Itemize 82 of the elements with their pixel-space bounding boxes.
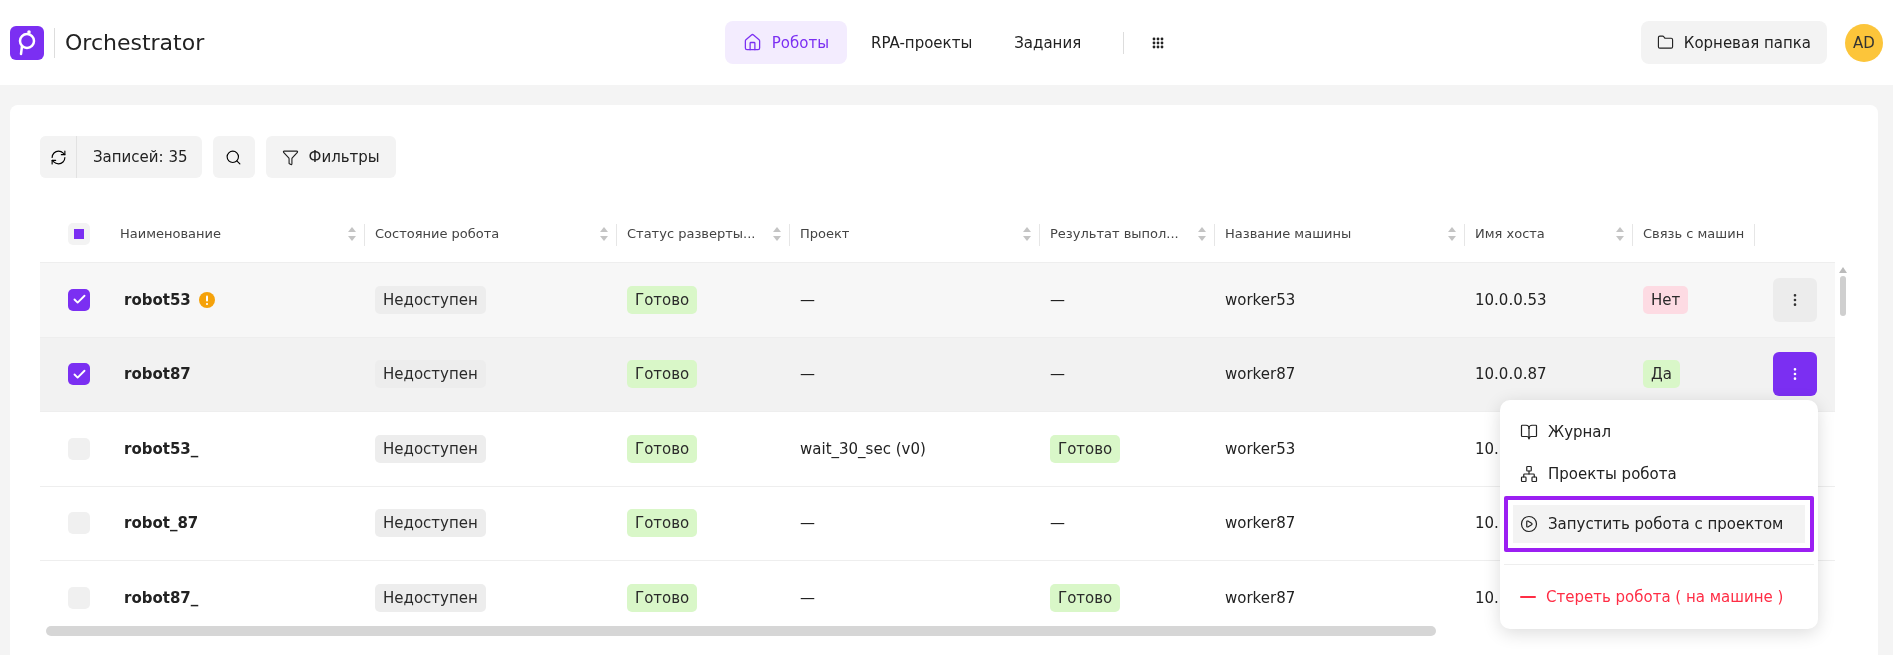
state-badge: Недоступен	[375, 360, 486, 389]
scroll-up-icon[interactable]	[1838, 267, 1847, 273]
project-text: —	[800, 514, 815, 533]
project-text: —	[800, 588, 815, 607]
nav-tab[interactable]: Роботы	[724, 21, 847, 64]
machine-text: worker53	[1225, 290, 1296, 309]
status-badge: Готово	[627, 285, 698, 314]
status-badge: Готово	[627, 583, 698, 612]
column-header: Связь с машин	[1643, 226, 1745, 241]
robot-name: robot53	[124, 290, 191, 309]
state-badge: Недоступен	[375, 509, 486, 538]
project-text: wait_30_sec (v0)	[800, 439, 926, 458]
robot-name: robot87_	[124, 588, 199, 607]
result-badge: Готово	[1050, 583, 1121, 612]
host-text: 10.	[1475, 514, 1499, 533]
machine-text: worker87	[1225, 365, 1296, 384]
link-badge: Нет	[1643, 285, 1689, 314]
status-badge: Готово	[627, 360, 698, 389]
vertical-scrollbar[interactable]	[1839, 276, 1846, 316]
row-actions-button[interactable]	[1773, 352, 1817, 397]
column-header: Название машины	[1225, 226, 1352, 241]
menu-item[interactable]: Проекты робота	[1504, 454, 1814, 494]
select-all-checkbox[interactable]	[68, 222, 90, 245]
app-title: Orchestrator	[65, 30, 205, 55]
sort-icon[interactable]	[1447, 225, 1457, 242]
sort-icon[interactable]	[772, 225, 782, 242]
result-text: —	[1050, 365, 1065, 384]
host-text: 10.	[1475, 588, 1499, 607]
robot-name: robot_87	[124, 514, 199, 533]
sort-icon[interactable]	[1197, 225, 1207, 242]
row-checkbox[interactable]	[68, 288, 90, 311]
search-icon	[225, 148, 242, 166]
search-button[interactable]	[212, 136, 255, 178]
home-icon	[742, 33, 762, 52]
result-text: —	[1050, 290, 1065, 309]
column-header: Статус разверты...	[627, 226, 756, 241]
project-text: —	[800, 290, 815, 309]
sort-icon[interactable]	[347, 225, 357, 242]
filter-icon	[281, 148, 299, 166]
host-text: 10.0.0.87	[1475, 365, 1547, 384]
hierarchy-icon	[1520, 465, 1538, 483]
sort-icon[interactable]	[599, 225, 609, 242]
logo-icon	[10, 25, 44, 60]
status-badge: Готово	[627, 434, 698, 463]
minus-icon	[1520, 596, 1536, 598]
state-badge: Недоступен	[375, 583, 486, 612]
filters-button[interactable]: Фильтры	[265, 136, 396, 178]
machine-text: worker87	[1225, 514, 1296, 533]
machine-text: worker87	[1225, 588, 1296, 607]
project-text: —	[800, 365, 815, 384]
sort-icon[interactable]	[1615, 225, 1625, 242]
root-folder-button[interactable]: Корневая папка	[1640, 21, 1827, 64]
play-icon	[1520, 515, 1538, 533]
refresh-icon	[49, 148, 67, 166]
row-checkbox[interactable]	[68, 363, 90, 386]
menu-item[interactable]: Запустить робота с проектом	[1504, 496, 1814, 552]
menu-item[interactable]: Журнал	[1504, 412, 1814, 452]
state-badge: Недоступен	[375, 285, 486, 314]
machine-text: worker53	[1225, 439, 1296, 458]
result-badge: Готово	[1050, 434, 1121, 463]
records-count: Записей: 35	[92, 147, 189, 168]
host-text: 10.0.0.53	[1475, 290, 1547, 309]
status-badge: Готово	[627, 509, 698, 538]
nav-tab[interactable]: Задания	[996, 21, 1100, 64]
user-avatar[interactable]: AD	[1845, 23, 1883, 62]
column-header: Состояние робота	[375, 226, 500, 241]
link-badge: Да	[1643, 360, 1680, 389]
column-header: Имя хоста	[1475, 226, 1545, 241]
column-header: Результат выпол...	[1050, 226, 1179, 241]
folder-icon	[1656, 34, 1674, 51]
column-header: Наименование	[120, 226, 222, 241]
horizontal-scrollbar[interactable]	[46, 626, 1436, 636]
column-header: Проект	[800, 226, 850, 241]
state-badge: Недоступен	[375, 434, 486, 463]
nav-tab[interactable]: RPA-проекты	[853, 21, 991, 64]
book-icon	[1520, 423, 1538, 441]
menu-item[interactable]: Стереть робота ( на машине )	[1504, 577, 1814, 617]
sort-icon[interactable]	[1022, 225, 1032, 242]
result-text: —	[1050, 514, 1065, 533]
robot-name: robot53_	[124, 439, 199, 458]
host-text: 10.	[1475, 439, 1499, 458]
robot-name: robot87	[124, 365, 191, 384]
